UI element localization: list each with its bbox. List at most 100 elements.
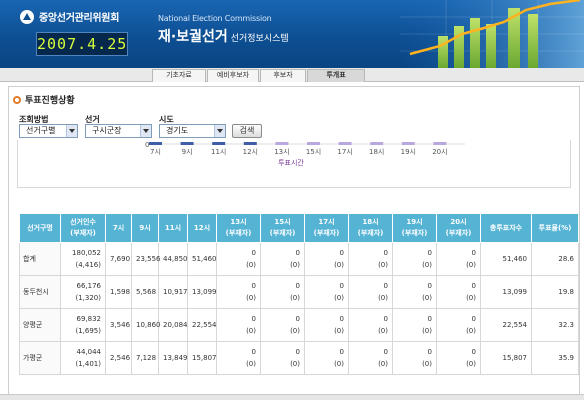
table-cell: 0 (0) [436, 308, 481, 342]
table-row[interactable]: 양평군 69,832 (1,695) 3,546 10,860 20,084 22,554 0… [19, 308, 579, 342]
cell-value: 1,598 [110, 288, 131, 296]
election-select-value: 구시군장 [92, 126, 122, 135]
table-cell: 양평군 [19, 308, 61, 342]
nec-logo[interactable]: 중앙선거관리위원회 [20, 9, 119, 24]
cell-value: 0 [295, 315, 300, 323]
sido-select[interactable]: 경기도 [159, 124, 226, 138]
cell-value: 양평군 [23, 321, 43, 329]
method-select-value: 선거구별 [26, 126, 56, 135]
cell-value: 2,546 [110, 354, 131, 362]
header-text: 20시 [450, 218, 467, 226]
table-cell: 5,568 [131, 275, 159, 309]
english-title: National Election Commission [158, 14, 272, 23]
cell-value: 0 [383, 348, 388, 356]
table-column-header: 20시 (부재자) [436, 213, 481, 243]
cell-value: (0) [378, 261, 388, 269]
chart-bar-15시 [307, 142, 320, 145]
table-column-header: 선거인수 (부재자) [60, 213, 106, 243]
table-cell: 0 (0) [348, 308, 393, 342]
table-column-header: 총투표자수 [480, 213, 532, 243]
table-cell: 28.6 [531, 242, 579, 276]
table-row[interactable]: 가평군 44,044 (1,401) 2,546 7,128 13,849 15,807 0 (… [19, 341, 579, 375]
cell-value: 0 [471, 348, 476, 356]
header-text: 13시 [230, 218, 247, 226]
table-cell: 0 (0) [216, 242, 261, 276]
cell-value: 44,044 [76, 348, 102, 356]
section-bullet-icon [13, 95, 21, 104]
cell-value: (0) [290, 294, 300, 302]
election-select[interactable]: 구시군장 [85, 124, 152, 138]
table-column-header: 11시 [158, 213, 188, 243]
cell-value: 0 [383, 315, 388, 323]
chevron-down-icon[interactable] [66, 125, 77, 137]
table-column-header: 7시 [105, 213, 132, 243]
table-cell: 22,554 [187, 308, 217, 342]
system-title: 재·보궐선거 선거정보시스템 [158, 26, 289, 46]
table-row[interactable]: 합계 180,052 (4,416) 7,690 23,556 44,850 51,460 0… [19, 242, 579, 276]
chevron-down-icon[interactable] [214, 125, 225, 137]
horizontal-scrollbar[interactable] [0, 394, 584, 400]
cell-value: (0) [290, 327, 300, 335]
chart-tick-label: 9시 [182, 148, 193, 156]
cell-value: (0) [466, 261, 476, 269]
table-row[interactable]: 동두천시 66,176 (1,320) 1,598 5,568 10,917 13,099 0… [19, 275, 579, 309]
method-select[interactable]: 선거구별 [19, 124, 78, 138]
site-header: 중앙선거관리위원회 2007.4.25 National Election Co… [0, 0, 584, 68]
election-date-display: 2007.4.25 [36, 32, 128, 56]
cell-value: 22,554 [502, 321, 528, 329]
table-cell: 0 (0) [436, 275, 481, 309]
table-cell: 0 (0) [348, 242, 393, 276]
table-cell: 35.9 [531, 341, 579, 375]
table-cell: 0 (0) [304, 341, 349, 375]
table-column-header: 13시 (부재자) [216, 213, 261, 243]
chart-bar-19시 [401, 142, 415, 145]
cell-value: (4,416) [75, 261, 101, 269]
cell-value: (0) [334, 360, 344, 368]
table-cell: 0 (0) [260, 275, 305, 309]
cell-value: (0) [378, 327, 388, 335]
table-cell: 0 (0) [216, 341, 261, 375]
chart-tick-label: 13시 [274, 148, 289, 156]
cell-value: (0) [334, 261, 344, 269]
table-column-header: 17시 (부재자) [304, 213, 349, 243]
cell-value: 180,052 [72, 249, 101, 257]
chart-bar-17시 [338, 142, 352, 145]
cell-value: 22,554 [192, 321, 217, 329]
cell-value: 20,084 [163, 321, 188, 329]
tab-voting-counting[interactable]: 투개표 [307, 69, 365, 82]
tab-basic-data[interactable]: 기초자료 [152, 69, 206, 82]
table-column-header: 18시 (부재자) [348, 213, 393, 243]
content-panel: 투표진행상황 조회방법 선거 시도 선거구별 구시군장 경기도 검색 0 7시 9시… [8, 86, 580, 396]
chevron-down-icon[interactable] [140, 125, 151, 137]
cell-value: 0 [427, 249, 432, 257]
header-text: 선거구명 [27, 223, 53, 232]
header-text: 총투표자수 [489, 223, 523, 232]
chart-bar-20시 [433, 142, 447, 145]
search-button[interactable]: 검색 [232, 124, 262, 138]
chart-bar-12시 [243, 142, 257, 145]
cell-value: 10,860 [136, 321, 161, 329]
turnout-table: 선거구명 선거인수 (부재자) 7시 9시 11시 12시 13시 (부재자) 15시 (부재자) 1… [19, 213, 579, 375]
cell-value: 0 [251, 315, 256, 323]
cell-value: (1,401) [75, 360, 101, 368]
cell-value: (0) [246, 294, 256, 302]
system-title-sub: 선거정보시스템 [230, 34, 289, 44]
cell-value: (0) [246, 327, 256, 335]
cell-value: 0 [251, 348, 256, 356]
cell-value: 13,099 [192, 288, 217, 296]
table-column-header: 선거구명 [19, 213, 61, 243]
tab-candidates[interactable]: 후보자 [260, 69, 306, 82]
tab-preliminary-candidates[interactable]: 예비후보자 [207, 69, 259, 82]
table-cell: 1,598 [105, 275, 132, 309]
table-cell: 3,546 [105, 308, 132, 342]
table-cell: 7,128 [131, 341, 159, 375]
table-column-header: 15시 (부재자) [260, 213, 305, 243]
cell-value: (1,320) [75, 294, 101, 302]
chart-tick-label: 20시 [432, 148, 447, 156]
table-cell: 44,850 [158, 242, 188, 276]
header-text: 선거인수 [70, 218, 96, 226]
table-cell: 0 (0) [216, 275, 261, 309]
cell-value: (0) [422, 261, 432, 269]
table-cell: 0 (0) [392, 275, 437, 309]
table-cell: 69,832 (1,695) [60, 308, 106, 342]
